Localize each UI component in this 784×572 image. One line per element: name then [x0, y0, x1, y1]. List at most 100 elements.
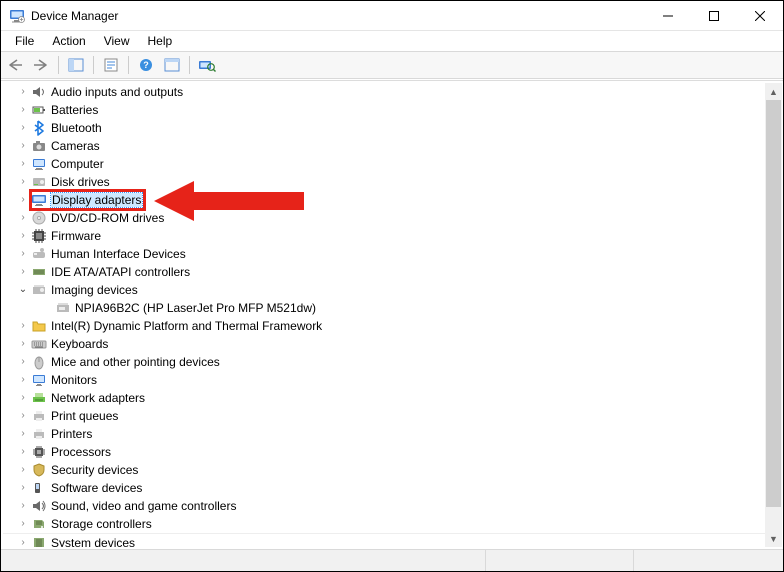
network-icon	[31, 390, 47, 406]
tree-item-software[interactable]: ›Software devices	[3, 479, 765, 497]
storage-icon	[31, 516, 47, 532]
expand-icon[interactable]: ›	[17, 339, 29, 349]
expand-icon[interactable]: ›	[17, 87, 29, 97]
menubar: File Action View Help	[1, 31, 783, 51]
tree-item-processors[interactable]: › Processors	[3, 443, 765, 461]
device-tree[interactable]: › Audio inputs and outputs ›Batteries›Blue…	[3, 83, 765, 547]
expand-icon[interactable]: ›	[17, 357, 29, 367]
tree-item-label: Network adapters	[51, 391, 145, 405]
toolbar-separator	[93, 56, 94, 74]
tree-item-bluetooth[interactable]: ›Bluetooth	[3, 119, 765, 137]
titlebar: Device Manager	[1, 1, 783, 31]
expand-icon[interactable]: ›	[17, 141, 29, 151]
tree-item-audio[interactable]: › Audio inputs and outputs	[3, 83, 765, 101]
tree-item-label: Processors	[51, 445, 111, 459]
scroll-thumb[interactable]	[766, 100, 781, 507]
tree-item-printq[interactable]: ›Print queues	[3, 407, 765, 425]
menu-view[interactable]: View	[96, 33, 138, 49]
tree-item-label: IDE ATA/ATAPI controllers	[51, 265, 190, 279]
tree-item-display[interactable]: › Display adapters	[3, 191, 765, 209]
tree-item-label: Display adapters	[51, 193, 142, 207]
expand-icon[interactable]: ›	[17, 501, 29, 511]
toolbar-back-button[interactable]	[3, 54, 27, 76]
expand-icon[interactable]: ›	[17, 195, 29, 205]
scroll-up-button[interactable]: ▲	[765, 83, 782, 100]
vertical-scrollbar[interactable]: ▲ ▼	[765, 83, 782, 547]
tree-item-label: Audio inputs and outputs	[51, 85, 183, 99]
system-icon	[31, 535, 47, 548]
battery-icon	[31, 102, 47, 118]
expand-icon[interactable]: ›	[17, 411, 29, 421]
expand-icon[interactable]: ›	[17, 483, 29, 493]
expand-icon[interactable]: ›	[17, 465, 29, 475]
minimize-button[interactable]	[645, 1, 691, 31]
expand-icon[interactable]: ›	[17, 105, 29, 115]
tree-item-mice[interactable]: ›Mice and other pointing devices	[3, 353, 765, 371]
expand-icon[interactable]: ›	[17, 213, 29, 223]
expand-icon[interactable]: ›	[17, 429, 29, 439]
printqueue-icon	[31, 408, 47, 424]
speaker-icon	[31, 84, 47, 100]
menu-file[interactable]: File	[7, 33, 42, 49]
svg-text:?: ?	[143, 60, 149, 70]
close-button[interactable]	[737, 1, 783, 31]
tree-item-printers[interactable]: ›Printers	[3, 425, 765, 443]
toolbar-forward-button[interactable]	[29, 54, 53, 76]
tree-item-batteries[interactable]: ›Batteries	[3, 101, 765, 119]
tree-item-storage[interactable]: ›Storage controllers	[3, 515, 765, 533]
tree-item-label: Intel(R) Dynamic Platform and Thermal Fr…	[51, 319, 322, 333]
expand-icon[interactable]: ›	[17, 123, 29, 133]
keyboard-icon	[31, 336, 47, 352]
expand-icon[interactable]: ›	[17, 321, 29, 331]
firmware-icon	[31, 228, 47, 244]
tree-item-npia[interactable]: NPIA96B2C (HP LaserJet Pro MFP M521dw)	[3, 299, 765, 317]
tree-item-keyboards[interactable]: › Keyboards	[3, 335, 765, 353]
camera-icon	[31, 138, 47, 154]
tree-item-hid[interactable]: › Human Interface Devices	[3, 245, 765, 263]
bluetooth-icon	[31, 120, 47, 136]
expand-icon[interactable]: ›	[17, 249, 29, 259]
tree-item-system[interactable]: ›System devices	[3, 533, 765, 547]
maximize-button[interactable]	[691, 1, 737, 31]
expand-icon[interactable]: ›	[17, 538, 29, 548]
expand-icon[interactable]: ›	[17, 375, 29, 385]
statusbar	[1, 549, 783, 571]
expand-icon[interactable]: ›	[17, 519, 29, 529]
tree-item-label: Human Interface Devices	[51, 247, 186, 261]
tree-item-security[interactable]: ›Security devices	[3, 461, 765, 479]
expand-icon[interactable]: ›	[17, 177, 29, 187]
toolbar-properties-button[interactable]	[99, 54, 123, 76]
tree-item-label: Keyboards	[51, 337, 108, 351]
tree-item-dvd[interactable]: › DVD/CD-ROM drives	[3, 209, 765, 227]
tree-item-disk[interactable]: ›Disk drives	[3, 173, 765, 191]
scroll-down-button[interactable]: ▼	[765, 530, 782, 547]
toolbar-help-button[interactable]: ?	[134, 54, 158, 76]
tree-item-label: Cameras	[51, 139, 100, 153]
tree-item-firmware[interactable]: ›Firmware	[3, 227, 765, 245]
tree-item-computer[interactable]: ›Computer	[3, 155, 765, 173]
menu-help[interactable]: Help	[140, 33, 181, 49]
tree-item-label: DVD/CD-ROM drives	[51, 211, 164, 225]
toolbar-separator	[128, 56, 129, 74]
tree-item-network[interactable]: › Network adapters	[3, 389, 765, 407]
tree-item-cameras[interactable]: › Cameras	[3, 137, 765, 155]
display-icon	[31, 192, 47, 208]
expand-icon[interactable]: ›	[17, 267, 29, 277]
tree-item-monitors[interactable]: ›Monitors	[3, 371, 765, 389]
tree-item-intel[interactable]: › Intel(R) Dynamic Platform and Thermal F…	[3, 317, 765, 335]
tree-item-ide[interactable]: › IDE ATA/ATAPI controllers	[3, 263, 765, 281]
dvd-icon	[31, 210, 47, 226]
toolbar-show-hidden-button[interactable]	[160, 54, 184, 76]
tree-item-sound[interactable]: ›Sound, video and game controllers	[3, 497, 765, 515]
expand-icon[interactable]: ›	[17, 159, 29, 169]
window-title: Device Manager	[31, 9, 118, 23]
toolbar-scan-button[interactable]	[195, 54, 219, 76]
collapse-icon[interactable]: ⌄	[17, 285, 29, 295]
toolbar-console-tree-button[interactable]	[64, 54, 88, 76]
expand-icon[interactable]: ›	[17, 231, 29, 241]
menu-action[interactable]: Action	[44, 33, 93, 49]
monitor-icon	[31, 372, 47, 388]
expand-icon[interactable]: ›	[17, 447, 29, 457]
expand-icon[interactable]: ›	[17, 393, 29, 403]
tree-item-imaging[interactable]: ⌄Imaging devices	[3, 281, 765, 299]
